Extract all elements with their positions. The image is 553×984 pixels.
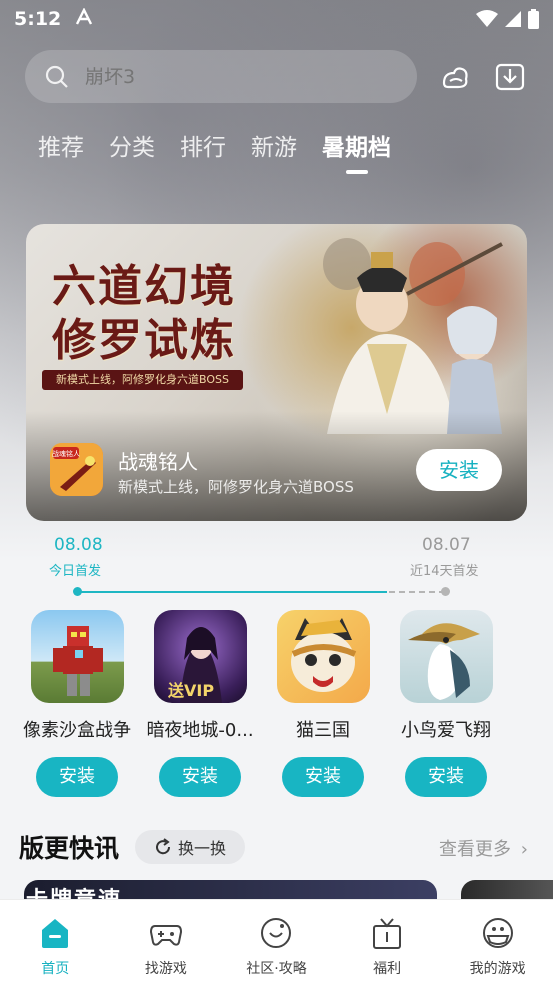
- banner-ribbon: 新模式上线，阿修罗化身六道BOSS: [42, 370, 243, 390]
- banner-artwork: [323, 238, 503, 434]
- tab-summer[interactable]: 暑期档: [322, 128, 391, 172]
- nav-label: 首页: [41, 961, 70, 977]
- search-bar[interactable]: [25, 50, 417, 103]
- banner-app-name: 战魂铭人: [118, 450, 198, 474]
- wifi-icon: [476, 10, 498, 27]
- status-icons: [476, 9, 539, 29]
- tab-ranking[interactable]: 排行: [180, 128, 226, 172]
- refresh-button[interactable]: 换一换: [135, 830, 245, 864]
- gamepad-icon: [149, 925, 182, 946]
- game-name: 猫三国: [296, 720, 350, 741]
- nav-my-games[interactable]: 我的游戏: [442, 900, 553, 984]
- nav-home[interactable]: 首页: [0, 900, 111, 984]
- status-time: 5:12: [14, 8, 62, 30]
- chevron-right-icon: ›: [520, 839, 528, 860]
- nav-label: 找游戏: [144, 961, 187, 977]
- timeline-progress: [77, 591, 387, 593]
- game-icon-pixel-sandbox: [30, 610, 124, 703]
- download-icon[interactable]: [495, 61, 527, 93]
- game-card[interactable]: 猫三国 安装: [268, 610, 378, 797]
- game-name: 暗夜地城-0...: [146, 720, 254, 741]
- game-icon-bird-flying: [399, 610, 493, 703]
- refresh-icon: [156, 838, 170, 855]
- nav-community[interactable]: 社区·攻略: [221, 900, 332, 984]
- tab-recommend[interactable]: 推荐: [38, 128, 84, 172]
- tab-new-games[interactable]: 新游: [251, 128, 297, 172]
- game-card[interactable]: 小鸟爱飞翔 安装: [391, 610, 501, 797]
- my-games-icon: [482, 918, 513, 948]
- timeline-date-today[interactable]: 08.08: [54, 535, 103, 555]
- news-section-title: 版更快讯: [19, 834, 120, 863]
- timeline-dash: [389, 591, 445, 593]
- game-install-button[interactable]: 安装: [282, 757, 364, 797]
- nav-benefits[interactable]: 福利: [332, 900, 443, 984]
- nav-label: 我的游戏: [469, 961, 526, 977]
- svg-text:战魂铭人: 战魂铭人: [52, 449, 80, 458]
- nav-label: 福利: [373, 961, 402, 977]
- nav-label: 社区·攻略: [246, 961, 307, 977]
- community-icon: [261, 918, 292, 948]
- app-notification-icon: [75, 6, 93, 31]
- timeline-caption-previous: 近14天首发: [410, 564, 479, 579]
- banner-app-desc: 新模式上线，阿修罗化身六道BOSS: [118, 478, 354, 496]
- search-icon: [45, 65, 68, 88]
- timeline-dot-inactive: [441, 587, 450, 596]
- battery-icon: [528, 9, 539, 29]
- game-install-button[interactable]: 安装: [405, 757, 487, 797]
- banner-title-line1: 六道幻境: [52, 261, 236, 312]
- home-icon: [42, 919, 69, 948]
- game-icon-label: 送VIP: [167, 681, 214, 700]
- timeline-dot-active: [73, 587, 82, 596]
- pet-icon[interactable]: [440, 61, 472, 93]
- featured-banner[interactable]: 六道幻境 修罗试炼 新模式上线，阿修罗化身六道BOSS 战魂铭人 战魂铭人 新模…: [26, 224, 527, 521]
- banner-install-button[interactable]: 安装: [416, 449, 502, 491]
- bottom-navigation: 首页 找游戏 社区·攻略 福利 我的游戏: [0, 899, 553, 984]
- timeline-caption-today: 今日首发: [49, 564, 102, 579]
- game-icon-dark-dungeon: 送VIP: [153, 610, 247, 703]
- banner-app-icon: 战魂铭人: [50, 443, 103, 496]
- gift-icon: [373, 918, 402, 949]
- game-name: 小鸟爱飞翔: [401, 720, 491, 741]
- signal-icon: [505, 11, 521, 27]
- timeline-date-previous[interactable]: 08.07: [422, 535, 471, 555]
- category-tabs: 推荐 分类 排行 新游 暑期档: [38, 128, 416, 172]
- view-more-link[interactable]: 查看更多 ›: [439, 835, 528, 861]
- game-name: 像素沙盒战争: [23, 720, 131, 741]
- game-icon-cat-three-kingdoms: [276, 610, 370, 703]
- banner-title: 六道幻境 修罗试炼: [52, 260, 302, 368]
- game-card[interactable]: 像素沙盒战争 安装: [22, 610, 132, 797]
- game-install-button[interactable]: 安装: [36, 757, 118, 797]
- nav-find-games[interactable]: 找游戏: [111, 900, 222, 984]
- banner-title-line2: 修罗试炼: [52, 315, 236, 366]
- search-input[interactable]: [85, 65, 385, 88]
- view-more-label: 查看更多: [439, 839, 511, 860]
- tab-category[interactable]: 分类: [109, 128, 155, 172]
- game-install-button[interactable]: 安装: [159, 757, 241, 797]
- game-card[interactable]: 送VIP 暗夜地城-0... 安装: [145, 610, 255, 797]
- status-bar: 5:12: [0, 0, 553, 38]
- refresh-label: 换一换: [177, 839, 226, 858]
